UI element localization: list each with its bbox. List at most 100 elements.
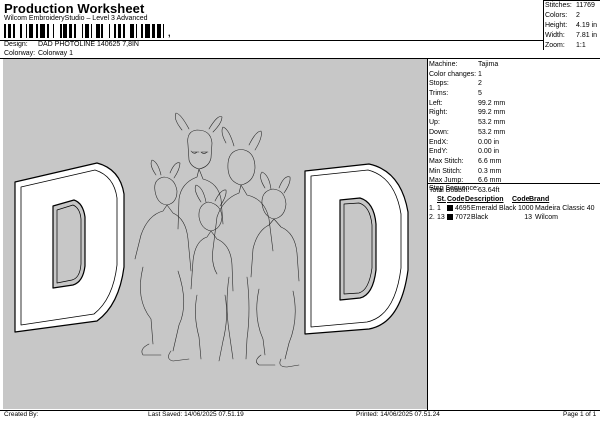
stat-label: Width: [545,32,565,39]
stat-label: Stitches: [545,2,572,9]
thread-swatch [447,214,453,220]
stat-row: Zoom: 1:1 [545,41,597,51]
stop-sequence-title: Stop Sequence: [429,185,479,192]
machine-info-label: Up: [429,119,440,127]
stop-sequence-table: St. Code Description Code Brand 1. 1 469… [429,195,600,222]
machine-info-row: Down: 53.2 mm [429,128,599,138]
thread-code: 4695 [455,205,471,212]
machine-info-label: EndX: [429,138,449,146]
printed-date: Printed: 14/06/2025 07.51.24 [356,411,440,418]
thread-description: Black [471,214,489,221]
machine-info-label: Min Stitch: [429,167,462,175]
stat-row: Width: 7.81 in [545,31,597,41]
thread-brand: Madeira Classic 40 [535,205,595,212]
divider [543,0,600,1]
machine-info-row: Machine: Tajima [429,60,599,70]
stat-value: 4.19 in [576,22,598,29]
column-header: Code [512,196,530,203]
stat-label: Height: [545,22,568,29]
table-row: 2. 13 7072 Black 13 Wilcom [429,213,600,222]
right-d-counter [339,197,377,301]
colorway-name: Colorway 1 [37,50,73,57]
machine-info-label: Left: [429,99,443,107]
column-header: Description [465,196,504,203]
machine-info-value: 63.64ft [478,186,500,194]
stat-row: Stitches: 11769 [545,1,597,11]
machine-info-value: 0.00 in [478,138,500,146]
embroidery-artwork [14,112,409,368]
page-number: Page 1 of 1 [563,411,597,418]
barcode [4,24,167,38]
family-photoline [134,112,300,368]
machine-info-label: Down: [429,128,449,136]
last-saved: Last Saved: 14/06/2025 07.51.19 [148,411,244,418]
stop-number: 1 [437,205,441,212]
created-by: Created By: [4,411,39,418]
thread-swatch [447,205,453,211]
machine-info-row: Trims: 5 [429,89,599,99]
machine-info-value: 5 [478,90,482,98]
thread-brand: Wilcom [535,214,558,221]
stat-value: 2 [576,12,580,19]
design-row: Design: DAD PHOTOLINE 140625 7,8IN [4,41,139,48]
design-name: DAD PHOTOLINE 140625 7,8IN [37,41,139,48]
machine-info-label: Trims: [429,90,449,98]
thread-code: 7072 [455,214,471,221]
stat-value: 1:1 [576,42,586,49]
barcode-suffix: , [168,28,171,38]
machine-info-row: Color changes: 1 [429,70,599,80]
machine-info-row: Left: 99.2 mm [429,99,599,109]
summary-stats: Stitches: 11769 Colors: 2 Height: 4.19 in W… [545,1,597,51]
machine-info-row: Min Stitch: 0.3 mm [429,167,599,177]
machine-info-row: EndY: 0.00 in [429,147,599,157]
stop-number: 13 [437,214,445,221]
stat-row: Colors: 2 [545,11,597,21]
machine-info-value: 53.2 mm [478,119,506,127]
machine-info-value: 53.2 mm [478,128,506,136]
design-label: Design: [4,41,28,48]
divider [543,0,544,50]
design-preview[interactable] [3,59,427,409]
stat-label: Colors: [545,12,568,19]
machine-info-value: Tajima [478,61,499,68]
table-row: 1. 1 4695 Emerald Black 1000 Madeira Cla… [429,204,600,213]
machine-info-value: 0.00 in [478,148,500,156]
stat-value: 11769 [576,2,595,9]
machine-info-row: Up: 53.2 mm [429,118,599,128]
machine-info-label: Right: [429,109,448,117]
column-header: Code [447,196,465,203]
colorway-row: Colorway: Colorway 1 [4,50,73,57]
machine-info-label: Max Stitch: [429,157,464,165]
thread-code-2: 1000 [518,205,534,212]
machine-info-value: 99.2 mm [478,109,506,117]
table-header: St. Code Description Code Brand [429,195,600,204]
thread-description: Emerald Black [471,205,517,212]
divider [427,58,428,410]
column-header: St. [437,196,446,203]
colorway-label: Colorway: [4,50,36,57]
app-subtitle: Wilcom EmbroideryStudio – Level 3 Advanc… [4,15,148,22]
machine-info-value: 6.6 mm [478,177,502,185]
thread-code-2: 13 [524,214,532,221]
stat-label: Zoom: [545,42,565,49]
divider [0,40,543,41]
machine-info-row: Max Stitch: 6.6 mm [429,157,599,167]
row-index: 1. [429,205,435,212]
machine-info-value: 6.6 mm [478,157,502,165]
machine-info-label: Color changes: [429,70,477,78]
row-index: 2. [429,214,435,221]
machine-info: Machine: Tajima Color changes: 1 Stops: 2 Trim… [429,60,599,196]
machine-info-row: Stops: 2 [429,79,599,89]
stat-row: Height: 4.19 in [545,21,597,31]
machine-info-label: Stops: [429,80,449,88]
machine-info-row: EndX: 0.00 in [429,138,599,148]
stat-value: 7.81 in [576,32,598,39]
divider [0,410,600,411]
machine-info-row: Right: 99.2 mm [429,108,599,118]
machine-info-value: 1 [478,70,482,78]
column-header: Brand [529,196,550,203]
page-title: Production Worksheet [4,1,145,16]
machine-info-value: 99.2 mm [478,99,506,107]
machine-info-value: 0.3 mm [478,167,502,175]
machine-info-value: 2 [478,80,482,88]
